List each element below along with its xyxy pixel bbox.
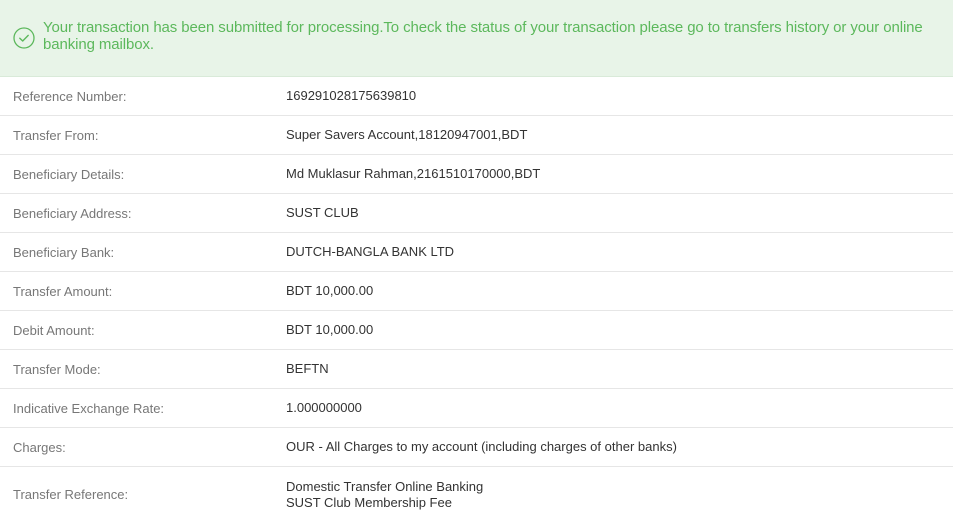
transaction-details: Reference Number: 169291028175639810 Tra… [0,77,953,521]
success-alert: Your transaction has been submitted for … [0,0,953,77]
detail-label: Indicative Exchange Rate: [13,400,165,416]
detail-label: Transfer Amount: [13,283,113,299]
detail-row-transfer-from: Transfer From: Super Savers Account,1812… [0,116,953,155]
detail-value: 1.000000000 [286,400,362,415]
detail-row-debit-amount: Debit Amount: BDT 10,000.00 [0,311,953,350]
detail-row-transfer-amount: Transfer Amount: BDT 10,000.00 [0,272,953,311]
detail-label: Transfer From: [13,127,99,143]
detail-row-charges: Charges: OUR - All Charges to my account… [0,428,953,467]
detail-label: Transfer Reference: [13,487,129,502]
detail-value: Super Savers Account,18120947001,BDT [286,127,528,142]
detail-label: Reference Number: [13,88,127,104]
success-message: Your transaction has been submitted for … [43,19,923,53]
detail-label: Beneficiary Bank: [13,244,115,260]
detail-value: BDT 10,000.00 [286,322,374,337]
detail-value: DUTCH-BANGLA BANK LTD [286,244,455,259]
detail-value: BEFTN [286,361,329,376]
detail-label: Transfer Mode: [13,361,101,377]
detail-row-transfer-mode: Transfer Mode: BEFTN [0,350,953,389]
detail-label: Debit Amount: [13,322,95,338]
detail-row-reference-number: Reference Number: 169291028175639810 [0,77,953,116]
transfer-reference-line-1: Domestic Transfer Online Banking [286,478,484,494]
detail-row-exchange-rate: Indicative Exchange Rate: 1.000000000 [0,389,953,428]
detail-label: Charges: [13,439,66,455]
transfer-reference-line-2: SUST Club Membership Fee [286,494,452,510]
detail-row-beneficiary-bank: Beneficiary Bank: DUTCH-BANGLA BANK LTD [0,233,953,272]
detail-label: Beneficiary Address: [13,205,132,221]
detail-row-beneficiary-address: Beneficiary Address: SUST CLUB [0,194,953,233]
detail-value: OUR - All Charges to my account (includi… [286,439,677,454]
detail-value: BDT 10,000.00 [286,283,374,298]
detail-label: Beneficiary Details: [13,166,125,182]
detail-value: Md Muklasur Rahman,2161510170000,BDT [286,166,541,181]
detail-row-beneficiary-details: Beneficiary Details: Md Muklasur Rahman,… [0,155,953,194]
transfer-confirmation-page: Your transaction has been submitted for … [0,0,953,521]
check-circle-icon [13,27,35,49]
detail-value: 169291028175639810 [286,88,417,103]
detail-row-transfer-reference: Transfer Reference: Domestic Transfer On… [0,467,953,521]
detail-value: Domestic Transfer Online Banking SUST Cl… [286,479,483,511]
detail-value: SUST CLUB [286,205,359,220]
